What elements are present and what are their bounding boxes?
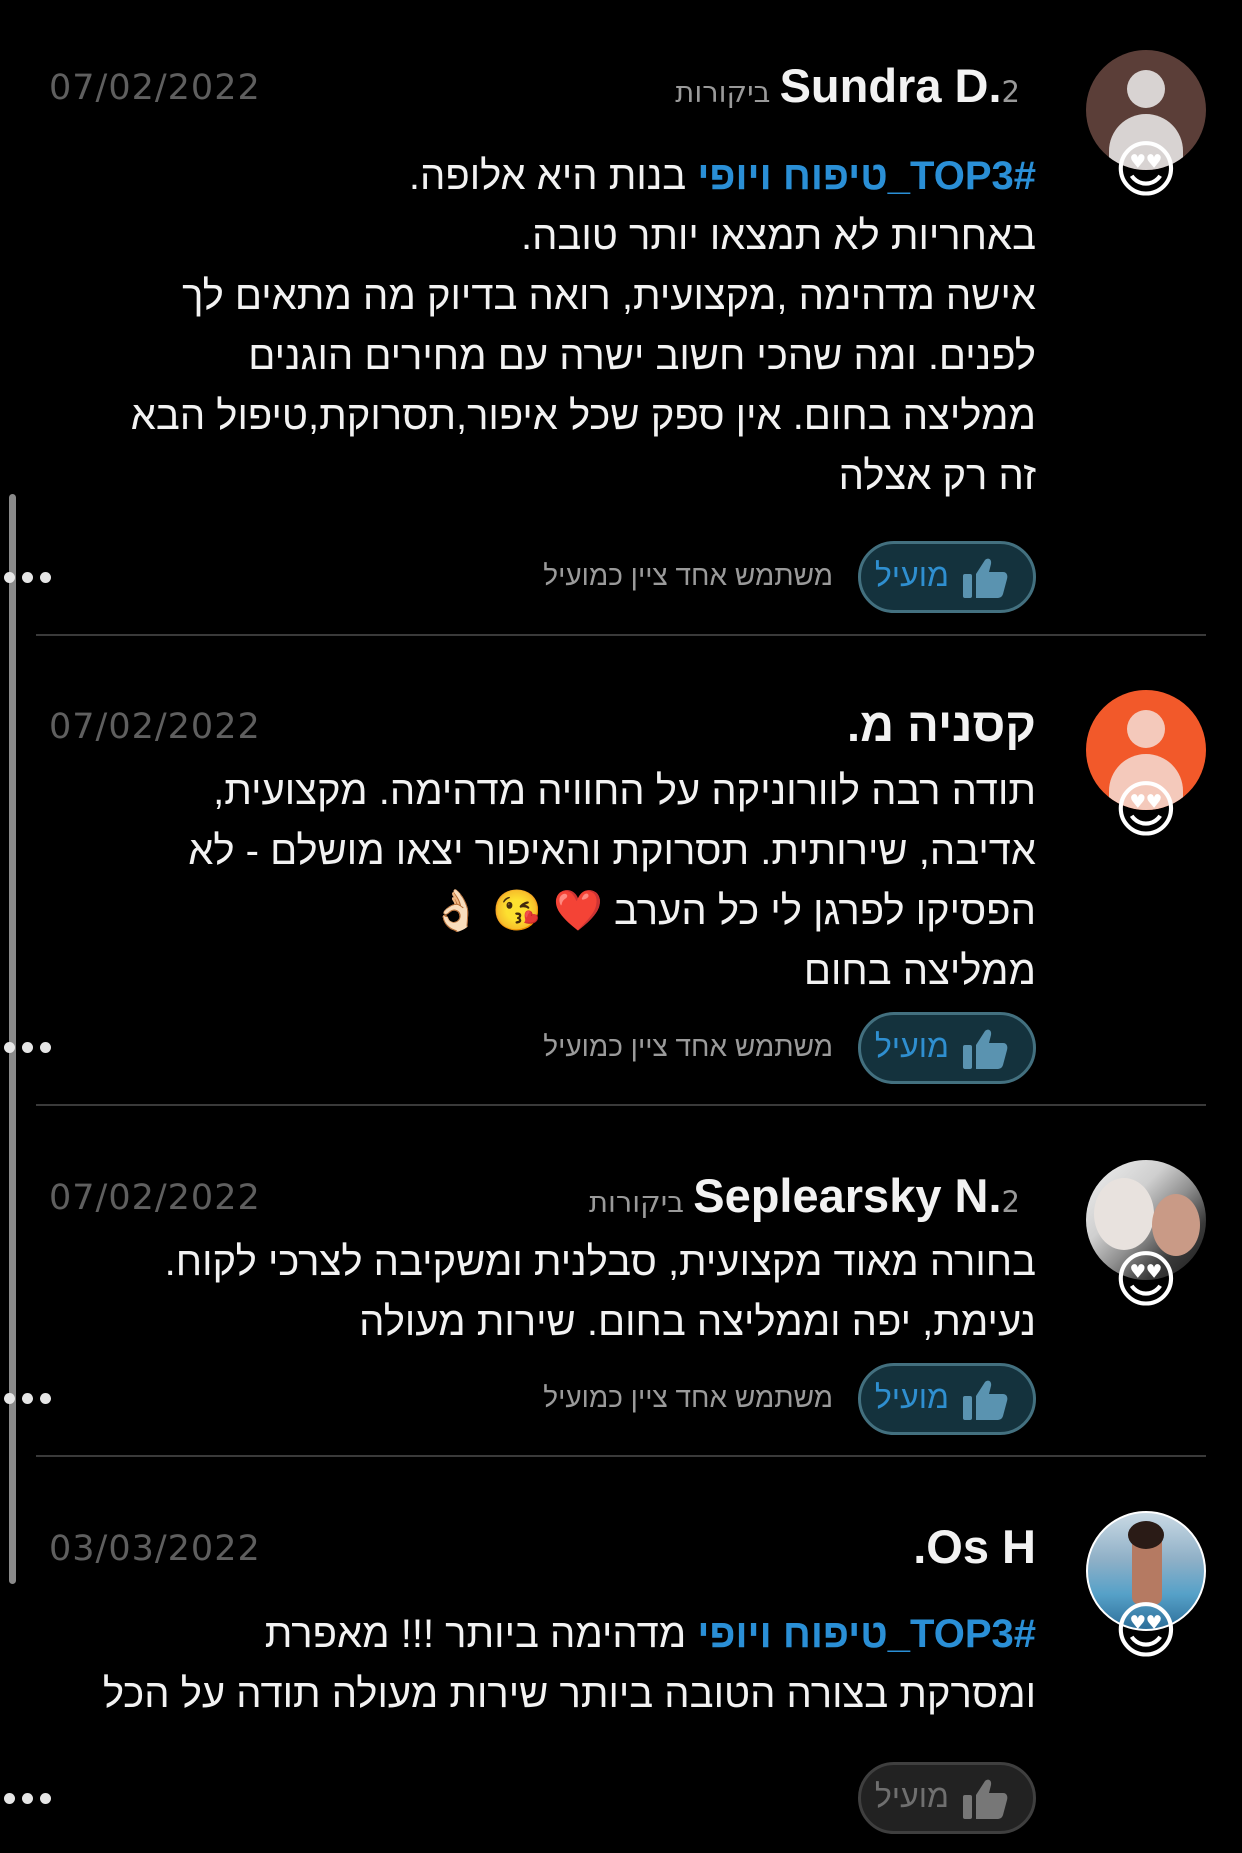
hashtag-link[interactable]: #TOP3_טיפוח ויופי [697, 154, 1036, 198]
love-eyes-emoji-icon: 😍 [1113, 1594, 1179, 1667]
more-options-icon[interactable] [2, 1391, 52, 1407]
helpful-label: מועיל [874, 1379, 949, 1415]
reviewer-header: Os H. [913, 1519, 1036, 1574]
helpful-button[interactable]: מועיל [858, 541, 1036, 613]
more-options-icon[interactable] [2, 1791, 52, 1807]
reviewer-header: Seplearsky N.2 ביקורות [589, 1168, 1036, 1223]
review-text: תודה רבה לוורוניקה על החוויה מדהימה. מקצ… [188, 769, 1036, 993]
love-eyes-emoji-icon: 😍 [1113, 1243, 1179, 1316]
reviewer-name[interactable]: Seplearsky N. [693, 1169, 1001, 1222]
more-options-icon[interactable] [2, 570, 52, 586]
divider [36, 634, 1206, 636]
helpful-label: מועיל [874, 1028, 949, 1064]
thumbs-up-icon [963, 1779, 1008, 1819]
reviewer-name[interactable]: קסניה מ. [847, 698, 1036, 751]
hashtag-link[interactable]: #TOP3_טיפוח ויופי [697, 1612, 1036, 1656]
review-text: #TOP3_טיפוח ויופי מדהימה ביותר !!! מאפרת… [102, 1612, 1036, 1716]
helpful-button[interactable]: מועיל [858, 1012, 1036, 1084]
review-date: 03/03/2022 [49, 1529, 261, 1569]
helpful-count-note: משתמש אחד ציין כמועיל [543, 560, 833, 591]
thumbs-up-icon [963, 1380, 1008, 1420]
helpful-button[interactable]: מועיל [858, 1363, 1036, 1435]
review-date: 07/02/2022 [49, 707, 261, 747]
helpful-label: מועיל [874, 1778, 949, 1814]
reviewer-header: Sundra D.2 ביקורות [675, 58, 1036, 113]
helpful-count-note: משתמש אחד ציין כמועיל [543, 1382, 833, 1413]
reviewer-header: קסניה מ. [847, 697, 1036, 752]
review-date: 07/02/2022 [49, 1178, 261, 1218]
helpful-count-note: משתמש אחד ציין כמועיל [543, 1031, 833, 1062]
divider [36, 1104, 1206, 1106]
review-text: #TOP3_טיפוח ויופי בנות היא אלופה. באחריו… [130, 154, 1036, 498]
divider [36, 1455, 1206, 1457]
more-options-icon[interactable] [2, 1040, 52, 1056]
helpful-label: מועיל [874, 557, 949, 593]
love-eyes-emoji-icon: 😍 [1113, 133, 1179, 206]
thumbs-up-icon [963, 1029, 1008, 1069]
review-text: בחורה מאוד מקצועית, סבלנית ומשקיבה לצרכי… [164, 1240, 1036, 1344]
reviewer-name[interactable]: Os H. [913, 1520, 1036, 1573]
helpful-button[interactable]: מועיל [858, 1762, 1036, 1834]
scrollbar[interactable] [9, 494, 16, 1584]
thumbs-up-icon [963, 558, 1008, 598]
love-eyes-emoji-icon: 😍 [1113, 773, 1179, 846]
reviewer-name[interactable]: Sundra D. [780, 59, 1002, 112]
review-date: 07/02/2022 [49, 68, 261, 108]
